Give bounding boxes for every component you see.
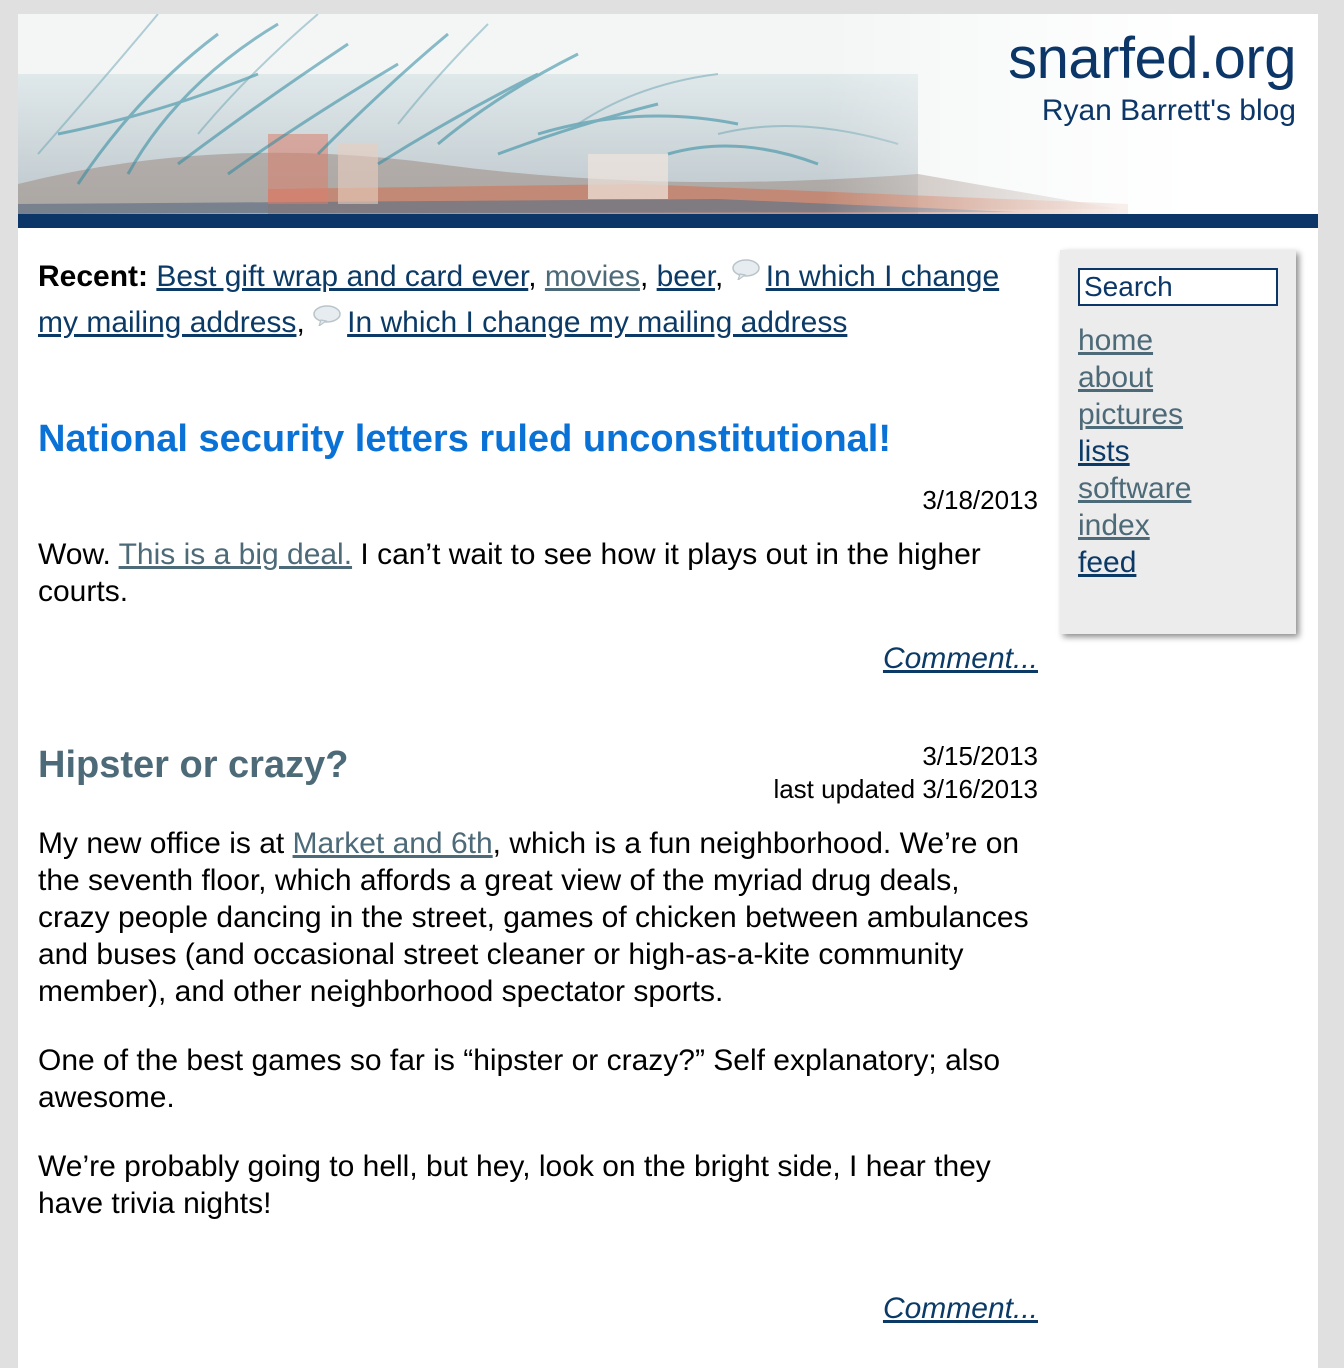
post-text: My new office is at: [38, 827, 293, 860]
header-banner: snarfed.org Ryan Barrett's blog: [18, 14, 1318, 214]
nav-link-index[interactable]: index: [1078, 509, 1150, 542]
sidebar-nav: home about pictures lists software index…: [1078, 322, 1191, 581]
search-input[interactable]: [1078, 268, 1278, 306]
post-title-1[interactable]: National security letters ruled unconsti…: [38, 420, 891, 458]
post-updated-date: last updated 3/16/2013: [773, 774, 1038, 804]
post-dates-2: 3/15/2013 last updated 3/16/2013: [773, 740, 1038, 806]
post-text: Wow.: [38, 538, 119, 571]
recent-label: Recent:: [38, 260, 149, 293]
recent-posts: Recent: Best gift wrap and card ever, mo…: [38, 259, 1000, 339]
comment-bubble-icon: [731, 259, 760, 280]
site-title-link[interactable]: snarfed.org: [1008, 30, 1296, 88]
post-paragraph: We’re probably going to hell, but hey, l…: [38, 1150, 991, 1220]
recent-link-1[interactable]: Best gift wrap and card ever: [156, 260, 528, 293]
post-paragraph: One of the best games so far is “hipster…: [38, 1044, 1001, 1114]
recent-link-5[interactable]: In which I change my mailing address: [347, 306, 847, 339]
main-content: Recent: Best gift wrap and card ever, mo…: [38, 254, 1038, 1324]
post-body-1: Wow. This is a big deal. I can’t wait to…: [38, 536, 1038, 642]
nav-link-about[interactable]: about: [1078, 361, 1153, 394]
post-inline-link[interactable]: Market and 6th: [293, 827, 493, 860]
nav-link-home[interactable]: home: [1078, 324, 1153, 357]
post-date: 3/15/2013: [922, 741, 1038, 771]
comment-link-2[interactable]: Comment...: [883, 1294, 1038, 1324]
header-divider-bar: [18, 214, 1318, 228]
recent-link-2[interactable]: movies: [545, 260, 640, 293]
comment-link-1[interactable]: Comment...: [883, 644, 1038, 674]
nav-link-pictures[interactable]: pictures: [1078, 398, 1183, 431]
nav-link-feed[interactable]: feed: [1078, 546, 1136, 579]
post-inline-link[interactable]: This is a big deal.: [119, 538, 352, 571]
recent-link-3[interactable]: beer: [657, 260, 715, 293]
post-title-2[interactable]: Hipster or crazy?: [38, 746, 348, 784]
nav-link-lists[interactable]: lists: [1078, 435, 1130, 468]
post-date-1: 3/18/2013: [922, 485, 1038, 515]
sidebar: home about pictures lists software index…: [1060, 250, 1296, 634]
page: snarfed.org Ryan Barrett's blog Recent: …: [18, 14, 1318, 1368]
comment-bubble-icon: [313, 305, 341, 326]
post-body-2: My new office is at Market and 6th, whic…: [38, 825, 1038, 1254]
nav-link-software[interactable]: software: [1078, 472, 1191, 505]
site-subtitle: Ryan Barrett's blog: [1041, 94, 1296, 127]
